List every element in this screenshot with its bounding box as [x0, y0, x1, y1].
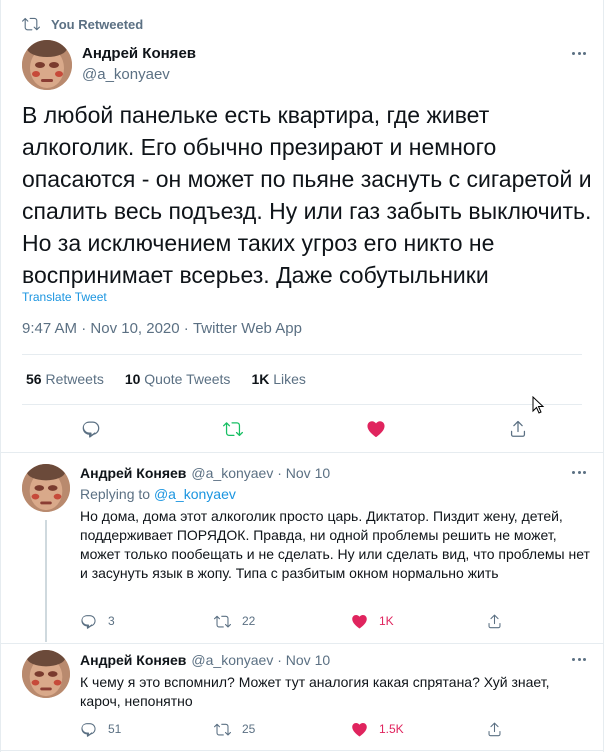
reply-icon: [81, 722, 96, 737]
retweet-banner: You Retweeted: [22, 14, 143, 34]
author-name[interactable]: Андрей Коняев: [82, 45, 196, 62]
tweet-time[interactable]: 9:47 AM: [22, 320, 77, 337]
reply-header: Андрей Коняев @a_konyaev · Nov 10: [80, 465, 330, 481]
retweet-icon: [223, 422, 243, 437]
reply-header: Андрей Коняев @a_konyaev · Nov 10: [80, 652, 330, 668]
retweet-icon: [22, 17, 40, 31]
reply-button[interactable]: 3: [80, 611, 115, 631]
share-button[interactable]: [505, 416, 531, 442]
author-handle[interactable]: @a_konyaev: [82, 66, 170, 83]
retweet-button[interactable]: [220, 416, 246, 442]
retweet-count: 25: [242, 722, 256, 736]
thread-connector-line: [45, 520, 47, 642]
reply-icon: [81, 614, 96, 629]
heart-filled-icon: [352, 614, 367, 628]
reply-author-handle[interactable]: @a_konyaev · Nov 10: [191, 652, 330, 668]
retweet-icon: [214, 723, 231, 735]
tweet-timestamp: 9:47 AM · Nov 10, 2020 · Twitter Web App: [22, 320, 302, 337]
reply-icon: [82, 421, 100, 438]
like-count: 1K: [379, 614, 394, 628]
more-options-icon[interactable]: [568, 44, 590, 62]
timestamp-separator: ·: [77, 320, 91, 337]
author-avatar[interactable]: [22, 40, 72, 90]
reply-author-avatar[interactable]: [22, 464, 70, 512]
reply-author-name[interactable]: Андрей Коняев: [80, 465, 186, 481]
retweet-banner-text: You Retweeted: [51, 16, 144, 32]
retweet-button[interactable]: 22: [214, 611, 255, 631]
like-count: 1.5K: [379, 722, 404, 736]
divider: [1, 750, 603, 751]
tweet-stats: 56 Retweets 10 Quote Tweets 1K Likes: [26, 371, 327, 387]
reply-author-handle[interactable]: @a_konyaev · Nov 10: [191, 465, 330, 481]
quote-tweets-stat[interactable]: 10 Quote Tweets: [125, 371, 231, 387]
share-icon: [510, 420, 526, 437]
divider: [22, 404, 582, 405]
likes-stat[interactable]: 1K Likes: [251, 371, 305, 387]
like-button[interactable]: 1.5K: [351, 719, 404, 739]
like-button[interactable]: 1K: [351, 611, 394, 631]
reply-author-avatar[interactable]: [22, 650, 70, 698]
reply-text: К чему я это вспомнил? Может тут аналоги…: [80, 674, 550, 709]
translate-tweet-link[interactable]: Translate Tweet: [22, 290, 107, 304]
more-options-icon[interactable]: [568, 650, 590, 668]
replying-to-prefix: Replying to: [80, 486, 151, 502]
retweet-button[interactable]: 25: [214, 719, 255, 739]
reply-text: Но дома, дома этот алкоголик просто царь…: [80, 508, 590, 581]
mouse-cursor-icon: [532, 396, 545, 414]
heart-filled-icon: [367, 421, 385, 438]
replying-to-link[interactable]: @a_konyaev: [154, 486, 236, 502]
more-options-icon[interactable]: [568, 463, 590, 481]
share-icon: [488, 614, 501, 628]
reply-button[interactable]: [78, 416, 104, 442]
share-button[interactable]: [486, 719, 514, 739]
share-button[interactable]: [486, 611, 514, 631]
divider: [22, 354, 582, 355]
heart-filled-icon: [352, 722, 367, 736]
replying-to: Replying to @a_konyaev: [80, 486, 236, 502]
tweet-text: В любой панельке есть квартира, где живе…: [22, 102, 592, 288]
reply-count: 51: [108, 722, 122, 736]
retweet-icon: [214, 615, 231, 627]
timestamp-separator: ·: [179, 320, 193, 337]
tweet-date[interactable]: Nov 10, 2020: [90, 320, 179, 337]
like-button[interactable]: [363, 416, 389, 442]
share-icon: [488, 722, 501, 736]
reply-button[interactable]: 51: [80, 719, 121, 739]
frame-border-right: [603, 0, 604, 752]
divider: [1, 643, 603, 644]
frame-border-left: [0, 0, 1, 752]
reply-author-name[interactable]: Андрей Коняев: [80, 652, 186, 668]
divider: [1, 452, 603, 453]
reply-count: 3: [108, 614, 115, 628]
tweet-source[interactable]: Twitter Web App: [193, 320, 302, 337]
retweets-stat[interactable]: 56 Retweets: [26, 371, 104, 387]
retweet-count: 22: [242, 614, 256, 628]
